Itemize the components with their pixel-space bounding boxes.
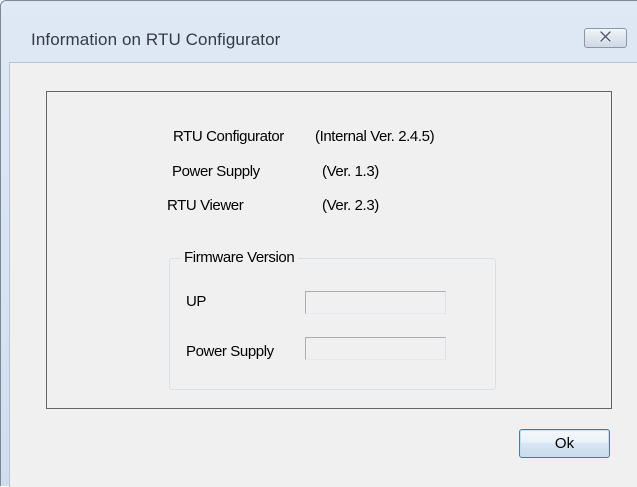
firmware-version-title: Firmware Version (181, 249, 299, 266)
firmware-version-group (169, 258, 496, 390)
ok-button[interactable]: Ok (519, 429, 610, 458)
info-label-rtu-configurator: RTU Configurator (173, 128, 284, 145)
window-title: Information on RTU Configurator (31, 30, 281, 49)
info-value-rtu-viewer: (Ver. 2.3) (322, 197, 379, 214)
close-button[interactable] (584, 28, 627, 48)
firmware-up-field[interactable] (305, 291, 446, 314)
dialog-client-area: RTU Configurator (Internal Ver. 2.4.5) P… (9, 62, 637, 487)
dialog-window: Information on RTU Configurator RTU Conf… (0, 0, 637, 487)
firmware-up-label: UP (186, 293, 207, 310)
info-label-power-supply: Power Supply (172, 163, 260, 180)
firmware-power-supply-field[interactable] (305, 337, 446, 360)
info-label-rtu-viewer: RTU Viewer (167, 197, 244, 214)
info-value-rtu-configurator: (Internal Ver. 2.4.5) (315, 128, 435, 145)
close-icon (599, 29, 612, 47)
firmware-power-supply-label: Power Supply (186, 343, 274, 360)
info-value-power-supply: (Ver. 1.3) (322, 163, 379, 180)
